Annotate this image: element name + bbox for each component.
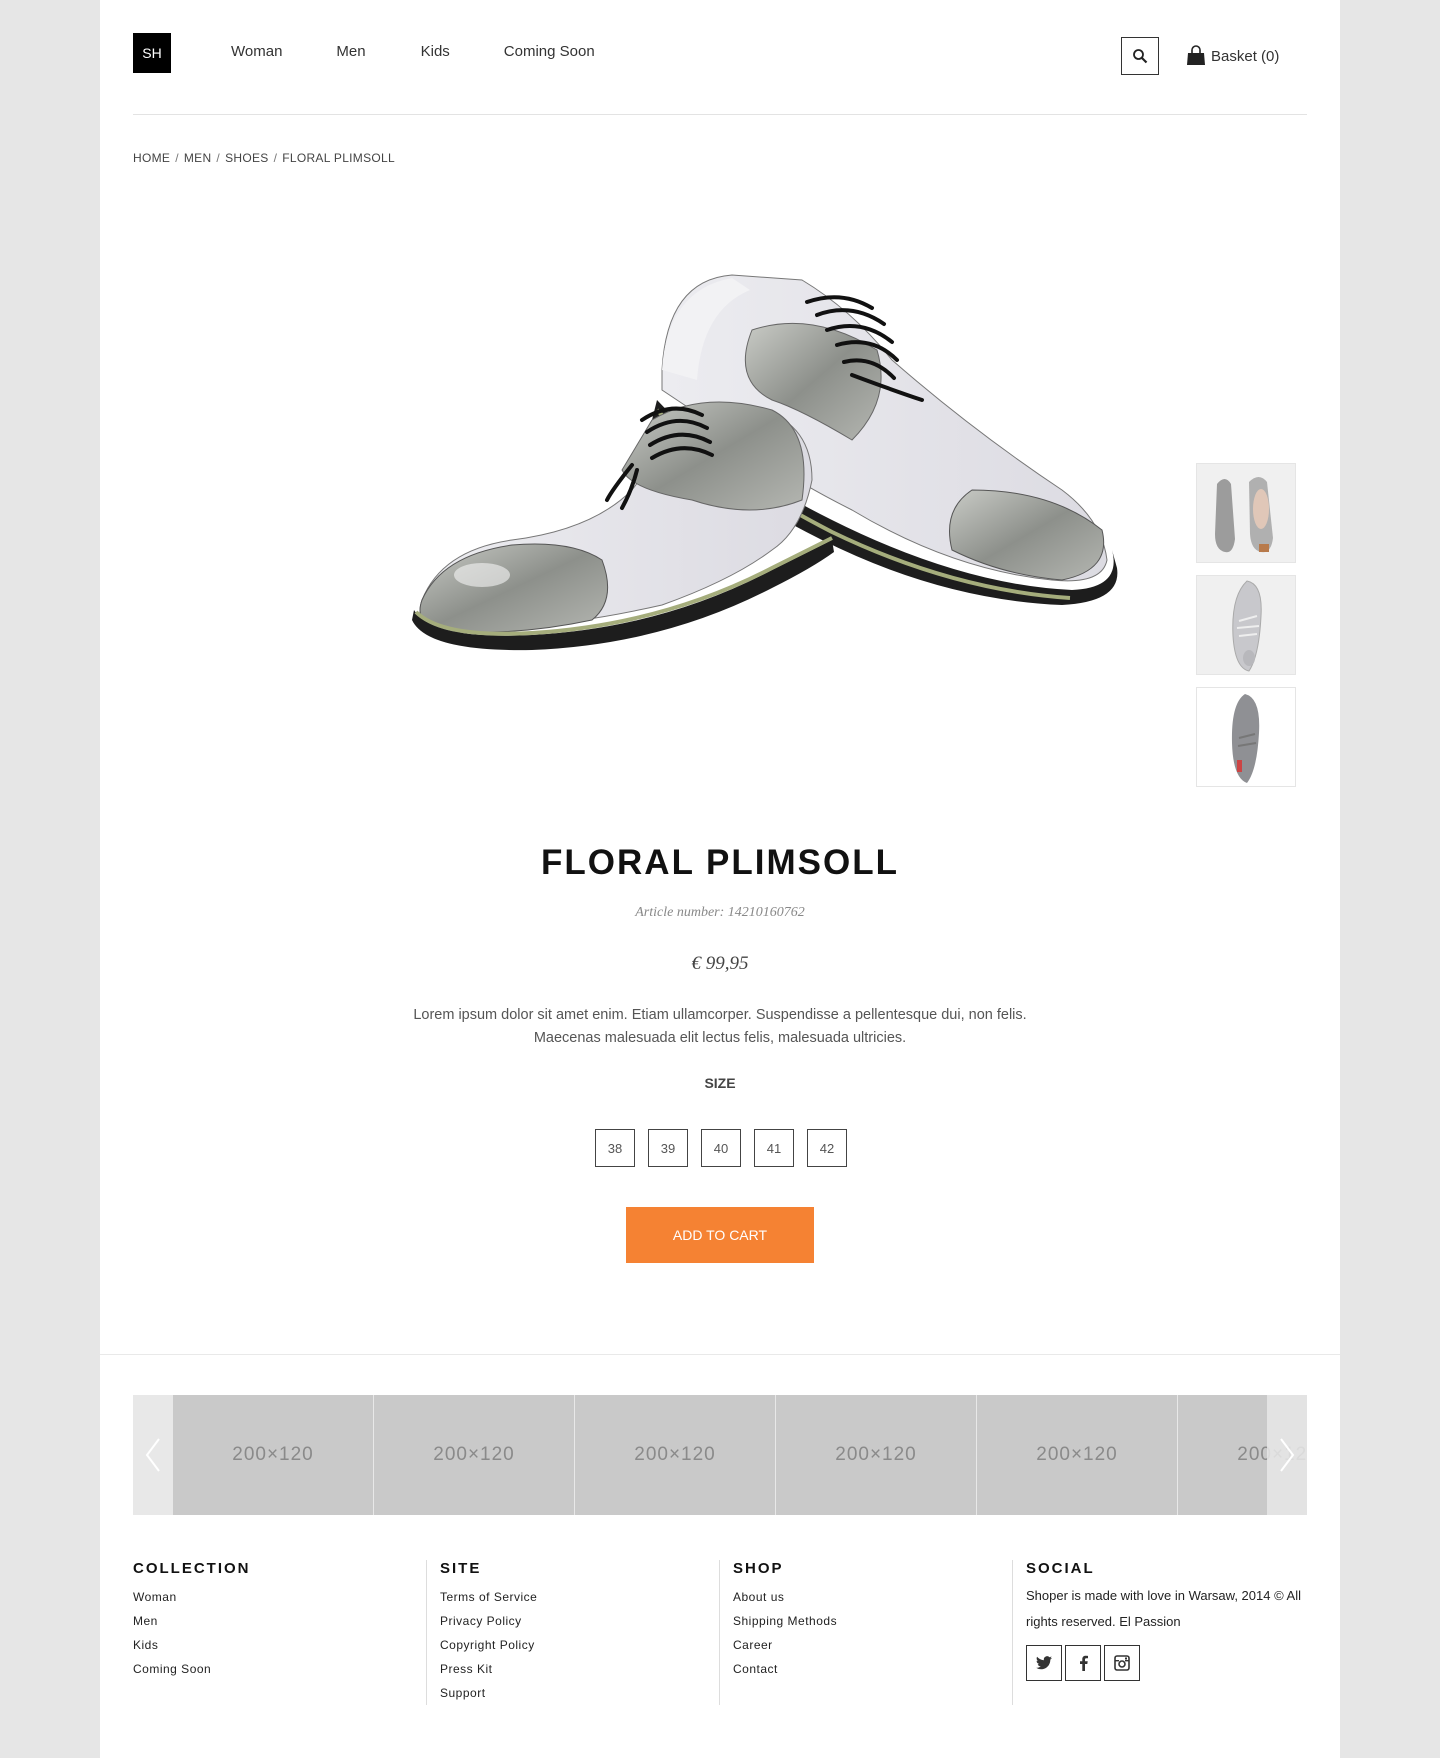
footer-site: SITE Terms of Service Privacy Policy Cop… bbox=[426, 1560, 719, 1705]
facebook-icon bbox=[1079, 1655, 1088, 1671]
footer-link[interactable]: Press Kit bbox=[440, 1657, 719, 1681]
footer-link[interactable]: Support bbox=[440, 1681, 719, 1705]
header: SH Woman Men Kids Coming Soon Basket (0) bbox=[133, 0, 1307, 115]
footer-link[interactable]: Coming Soon bbox=[133, 1657, 426, 1681]
footer-link[interactable]: About us bbox=[733, 1585, 1012, 1609]
footer-heading: SHOP bbox=[733, 1560, 784, 1577]
carousel-prev-button[interactable] bbox=[133, 1395, 173, 1515]
chevron-right-icon bbox=[1280, 1438, 1295, 1472]
footer-shop: SHOP About us Shipping Methods Career Co… bbox=[719, 1560, 1012, 1705]
footer-link[interactable]: Shipping Methods bbox=[733, 1609, 1012, 1633]
carousel-slide[interactable]: 200×120 bbox=[374, 1395, 574, 1515]
carousel-track: 200×120 200×120 200×120 200×120 200×120 … bbox=[173, 1395, 1307, 1515]
thumbnail[interactable] bbox=[1196, 463, 1296, 563]
related-carousel: 200×120 200×120 200×120 200×120 200×120 … bbox=[133, 1395, 1307, 1515]
carousel-slide[interactable]: 200×120 bbox=[776, 1395, 976, 1515]
thumbnail-list bbox=[1196, 463, 1296, 799]
chevron-left-icon bbox=[145, 1438, 160, 1472]
search-button[interactable] bbox=[1121, 37, 1159, 75]
footer-heading: COLLECTION bbox=[133, 1560, 251, 1577]
thumbnail[interactable] bbox=[1196, 575, 1296, 675]
social-text: Shoper is made with love in Warsaw, 2014… bbox=[1026, 1588, 1302, 1629]
twitter-icon bbox=[1036, 1656, 1052, 1670]
size-label: SIZE bbox=[704, 1075, 736, 1091]
size-option-40[interactable]: 40 bbox=[701, 1129, 741, 1167]
nav-item-kids[interactable]: Kids bbox=[421, 43, 450, 60]
thumbnail-image bbox=[1231, 694, 1260, 783]
footer: COLLECTION Woman Men Kids Coming Soon SI… bbox=[133, 1560, 1307, 1705]
footer-heading: SITE bbox=[440, 1560, 482, 1577]
social-icons bbox=[1026, 1645, 1305, 1681]
size-option-39[interactable]: 39 bbox=[648, 1129, 688, 1167]
size-option-41[interactable]: 41 bbox=[754, 1129, 794, 1167]
footer-link[interactable]: Kids bbox=[133, 1633, 426, 1657]
breadcrumb-shoes[interactable]: SHOES bbox=[225, 151, 269, 165]
product-description: Lorem ipsum dolor sit amet enim. Etiam u… bbox=[413, 1007, 1027, 1046]
footer-link[interactable]: Woman bbox=[133, 1585, 426, 1609]
page: SH Woman Men Kids Coming Soon Basket (0)… bbox=[100, 0, 1340, 1758]
add-to-cart-button[interactable]: ADD TO CART bbox=[626, 1207, 814, 1263]
basket-label: Basket (0) bbox=[1211, 47, 1280, 65]
footer-link[interactable]: Privacy Policy bbox=[440, 1609, 719, 1633]
nav-item-woman[interactable]: Woman bbox=[231, 43, 282, 60]
product-price: € 99,95 bbox=[691, 953, 749, 974]
twitter-button[interactable] bbox=[1026, 1645, 1062, 1681]
footer-social: SOCIAL Shoper is made with love in Warsa… bbox=[1012, 1560, 1305, 1705]
carousel-slide[interactable]: 200×120 bbox=[173, 1395, 373, 1515]
shopping-bag-icon bbox=[1187, 45, 1205, 65]
footer-link[interactable]: Men bbox=[133, 1609, 426, 1633]
logo[interactable]: SH bbox=[133, 33, 171, 73]
carousel-next-button[interactable] bbox=[1267, 1395, 1307, 1515]
search-icon bbox=[1133, 49, 1148, 64]
instagram-button[interactable] bbox=[1104, 1645, 1140, 1681]
footer-link[interactable]: Career bbox=[733, 1633, 1012, 1657]
size-option-42[interactable]: 42 bbox=[807, 1129, 847, 1167]
nav-item-coming-soon[interactable]: Coming Soon bbox=[504, 43, 595, 60]
instagram-icon bbox=[1114, 1655, 1130, 1671]
section-divider bbox=[100, 1354, 1340, 1355]
footer-heading: SOCIAL bbox=[1026, 1560, 1095, 1577]
main-nav: Woman Men Kids Coming Soon bbox=[231, 43, 649, 60]
footer-link[interactable]: Copyright Policy bbox=[440, 1633, 719, 1657]
size-selector: 38 39 40 41 42 bbox=[595, 1129, 860, 1167]
carousel-slide[interactable]: 200×120 bbox=[575, 1395, 775, 1515]
product-title: FLORAL PLIMSOLL bbox=[541, 843, 899, 882]
breadcrumb-current: FLORAL PLIMSOLL bbox=[282, 151, 395, 165]
breadcrumb-men[interactable]: MEN bbox=[184, 151, 212, 165]
footer-link[interactable]: Terms of Service bbox=[440, 1585, 719, 1609]
thumbnail[interactable] bbox=[1196, 687, 1296, 787]
breadcrumb-home[interactable]: HOME bbox=[133, 151, 170, 165]
product-image bbox=[412, 274, 1118, 651]
carousel-slide[interactable]: 200×120 bbox=[977, 1395, 1177, 1515]
footer-link[interactable]: Contact bbox=[733, 1657, 1012, 1681]
size-option-38[interactable]: 38 bbox=[595, 1129, 635, 1167]
footer-collection: COLLECTION Woman Men Kids Coming Soon bbox=[133, 1560, 426, 1705]
thumbnail-image bbox=[1232, 580, 1262, 672]
thumbnail-image bbox=[1215, 477, 1273, 553]
nav-item-men[interactable]: Men bbox=[336, 43, 365, 60]
breadcrumb: HOME / MEN / SHOES / FLORAL PLIMSOLL bbox=[133, 151, 395, 165]
basket-link[interactable]: Basket (0) bbox=[1185, 45, 1279, 67]
facebook-button[interactable] bbox=[1065, 1645, 1101, 1681]
article-number: Article number: 14210160762 bbox=[635, 905, 805, 920]
